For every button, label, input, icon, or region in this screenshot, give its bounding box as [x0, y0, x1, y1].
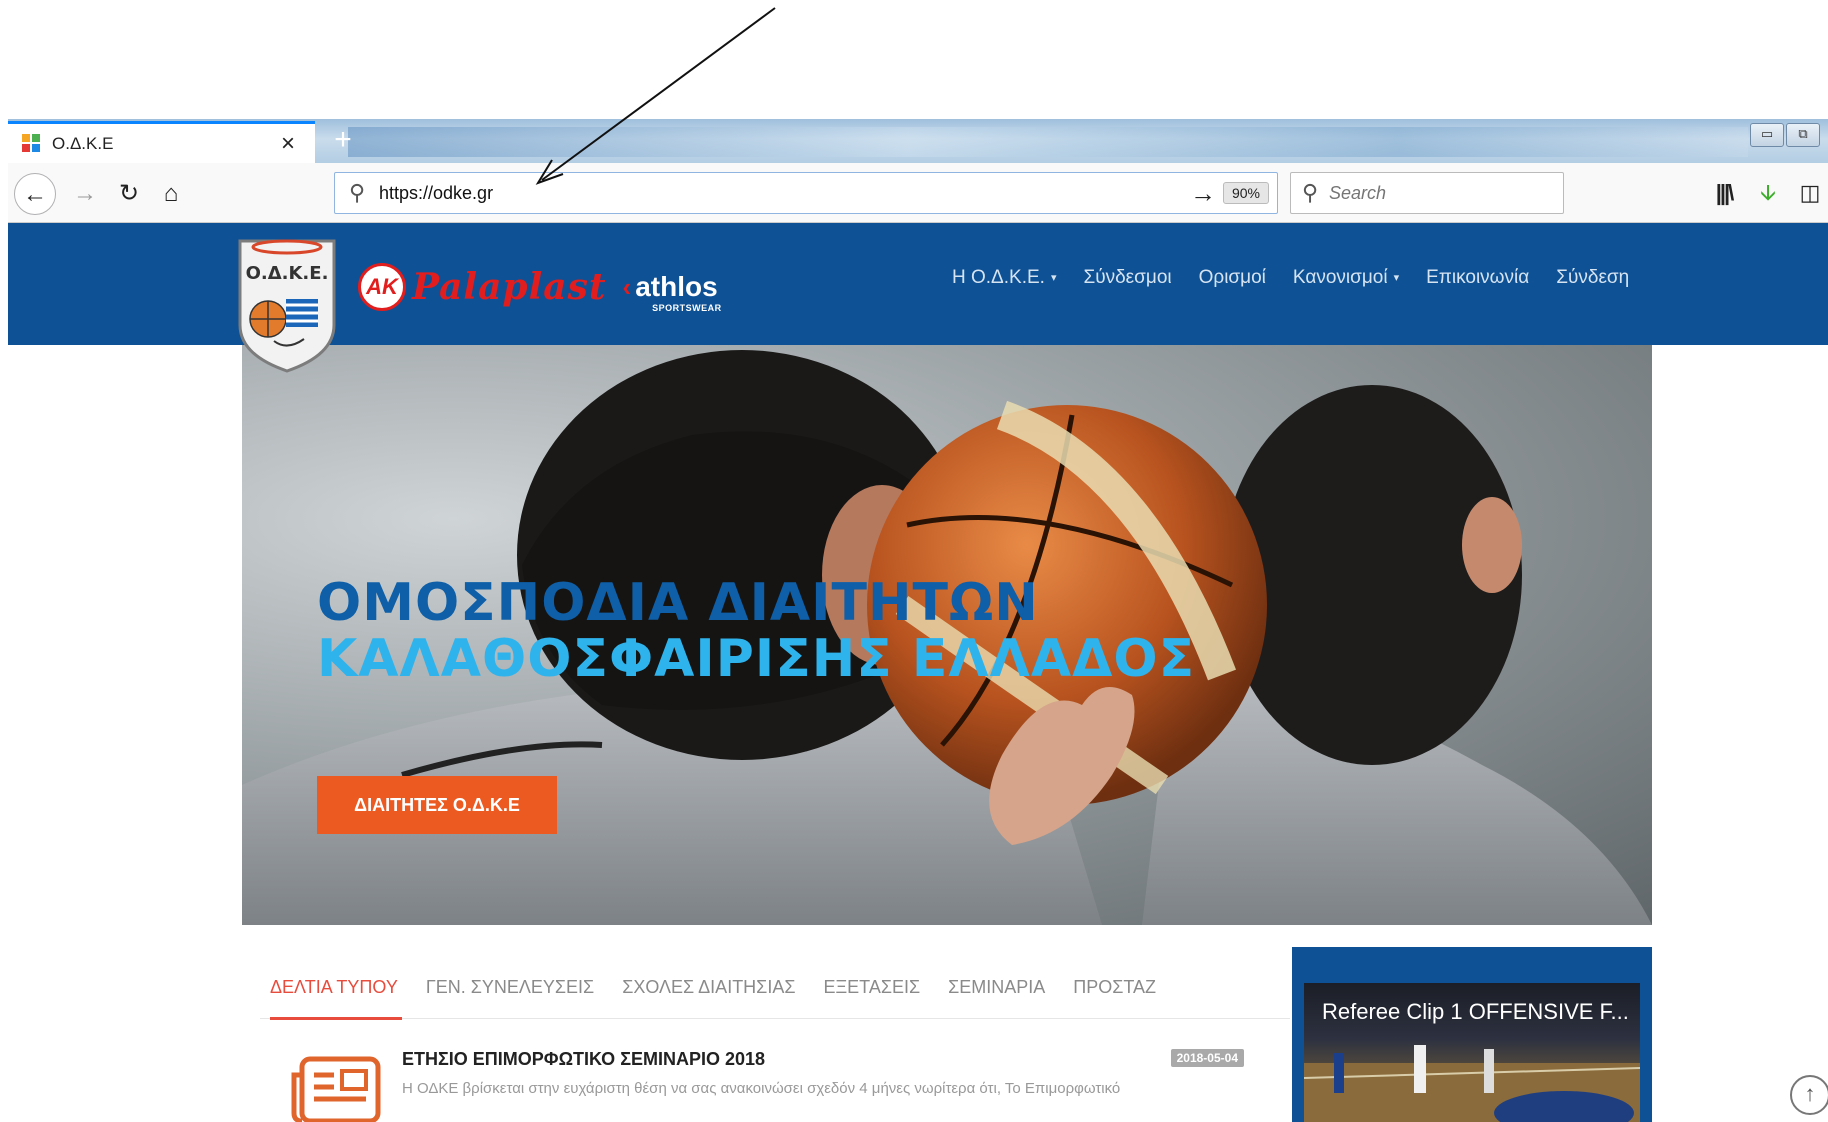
video-thumbnail[interactable]: Referee Clip 1 OFFENSIVE F...	[1304, 983, 1640, 1122]
reload-icon[interactable]: ↻	[108, 173, 150, 215]
site-favicon-icon	[22, 133, 42, 154]
palaplast-logo: Palaplast	[412, 266, 607, 308]
news-tabs: ΔΕΛΤΙΑ ΤΥΠΟΥ ΓΕΝ. ΣΥΝΕΛΕΥΣΕΙΣ ΣΧΟΛΕΣ ΔΙΑ…	[260, 963, 1290, 1020]
article-title[interactable]: ΕΤΗΣΙΟ ΕΠΙΜΟΡΦΩΤΙΚΟ ΣΕΜΙΝΑΡΙΟ 2018	[402, 1049, 765, 1070]
chevron-down-icon: ▾	[1393, 272, 1400, 285]
tab-title: Ο.Δ.Κ.Ε	[52, 133, 114, 153]
home-icon[interactable]: ⌂	[150, 173, 192, 215]
go-arrow-icon[interactable]: →	[1183, 178, 1223, 209]
browser-window: Ο.Δ.Κ.Ε × + ▭ ⧉ ← → ↻ ⌂ ⚲ → 90% ⚲ |||\ 🡫…	[8, 119, 1828, 1122]
hero-title-line2: ΚΑΛΑΘΟΣΦΑΙΡΙΣΗΣ ΕΛΛΑΔΟΣ	[317, 629, 1196, 689]
video-title: Referee Clip 1 OFFENSIVE F...	[1322, 999, 1629, 1024]
athlos-text: athlos	[635, 271, 718, 302]
browser-tab[interactable]: Ο.Δ.Κ.Ε ×	[8, 121, 315, 163]
scroll-to-top-button[interactable]: ↑	[1790, 1075, 1828, 1115]
newspaper-icon	[291, 1056, 381, 1122]
logo-text: Ο.Δ.Κ.Ε.	[246, 263, 329, 284]
hero-title: ΟΜΟΣΠΟΔΙΑ ΔΙΑΙΤΗΤΩΝ ΚΑΛΑΘΟΣΦΑΙΡΙΣΗΣ ΕΛΛΑ…	[317, 575, 1195, 687]
search-input[interactable]	[1329, 182, 1563, 204]
download-icon[interactable]: 🡫	[1752, 177, 1784, 209]
close-tab-icon[interactable]: ×	[275, 131, 301, 157]
tab-press-releases[interactable]: ΔΕΛΤΙΑ ΤΥΠΟΥ	[270, 963, 402, 1020]
article-excerpt: Η ΟΔΚΕ βρίσκεται στην ευχάριστη θέση να …	[402, 1080, 1121, 1097]
video-widget: Referee Clip 1 OFFENSIVE F...	[1292, 947, 1652, 1122]
nav-item-regulations[interactable]: Κανονισμοί ▾	[1293, 267, 1399, 289]
navigation-toolbar: ← → ↻ ⌂ ⚲ → 90% ⚲ |||\ 🡫 ◫	[8, 163, 1828, 223]
new-tab-button[interactable]: +	[326, 123, 360, 157]
url-bar[interactable]: ⚲ → 90%	[334, 172, 1278, 214]
hero-title-line1: ΟΜΟΣΠΟΔΙΑ ΔΙΑΙΤΗΤΩΝ	[317, 573, 1039, 633]
referees-cta-button[interactable]: ΔΙΑΙΤΗΤΕΣ Ο.Δ.Κ.Ε	[317, 776, 557, 834]
chevron-down-icon: ▾	[1050, 272, 1057, 285]
search-icon: ⚲	[348, 180, 366, 205]
zoom-level-badge[interactable]: 90%	[1222, 182, 1269, 204]
search-icon: ⚲	[1301, 180, 1319, 205]
search-bar[interactable]: ⚲	[1290, 172, 1564, 214]
tab-refereeing-schools[interactable]: ΣΧΟΛΕΣ ΔΙΑΙΤΗΣΙΑΣ	[622, 963, 795, 1019]
nav-item-label: Η Ο.Δ.Κ.Ε.	[952, 267, 1045, 288]
sponsor-logos: AK Palaplast ‹ athlos SPORTSWEAR	[358, 263, 722, 313]
tab-general-assemblies[interactable]: ΓΕΝ. ΣΥΝΕΛΕΥΣΕΙΣ	[426, 963, 594, 1019]
tab-prostaz[interactable]: ΠΡΟΣΤΑΖ	[1073, 963, 1156, 1019]
odke-logo[interactable]: Ο.Δ.Κ.Ε.	[234, 233, 340, 373]
nav-item-links[interactable]: Σύνδεσμοι	[1083, 267, 1171, 289]
nav-item-contact[interactable]: Επικοινωνία	[1426, 267, 1529, 289]
tab-seminars[interactable]: ΣΕΜΙΝΑΡΙΑ	[948, 963, 1045, 1019]
page-viewport: Ο.Δ.Κ.Ε. AK Palaplast ‹ athlos SPORTSWEAR…	[8, 223, 1828, 1122]
site-header: Ο.Δ.Κ.Ε. AK Palaplast ‹ athlos SPORTSWEAR…	[8, 223, 1828, 373]
tab-exams[interactable]: ΕΞΕΤΑΣΕΙΣ	[823, 963, 920, 1019]
url-input[interactable]	[379, 182, 1183, 204]
tab-bar: Ο.Δ.Κ.Ε × + ▭ ⧉	[8, 119, 1828, 163]
ak-logo: AK	[358, 263, 406, 311]
back-arrow-icon[interactable]: ←	[14, 173, 56, 215]
athlos-logo: ‹ athlos SPORTSWEAR	[622, 271, 722, 313]
athlos-mark-icon: ‹	[622, 272, 632, 302]
nav-item-label: Κανονισμοί	[1292, 267, 1388, 288]
date-badge: 2018-05-04	[1170, 1049, 1244, 1067]
minimize-button[interactable]: ▭	[1750, 123, 1784, 147]
forward-arrow-icon[interactable]: →	[64, 173, 106, 215]
nav-item-login[interactable]: Σύνδεση	[1556, 267, 1629, 289]
nav-item-odke[interactable]: Η Ο.Δ.Κ.Ε. ▾	[952, 267, 1056, 289]
window-controls: ▭ ⧉	[1750, 123, 1820, 147]
library-icon[interactable]: |||\	[1708, 177, 1740, 209]
hero-banner: ΟΜΟΣΠΟΔΙΑ ΔΙΑΙΤΗΤΩΝ ΚΑΛΑΘΟΣΦΑΙΡΙΣΗΣ ΕΛΛΑ…	[242, 345, 1652, 925]
restore-button[interactable]: ⧉	[1786, 123, 1820, 147]
nav-item-definitions[interactable]: Ορισμοί	[1199, 267, 1266, 289]
site-navigation: Η Ο.Δ.Κ.Ε. ▾ Σύνδεσμοι Ορισμοί Κανονισμοί…	[952, 267, 1629, 289]
list-item[interactable]: ΕΤΗΣΙΟ ΕΠΙΜΟΡΦΩΤΙΚΟ ΣΕΜΙΝΑΡΙΟ 2018 2018-…	[280, 1041, 1244, 1122]
athlos-subtitle: SPORTSWEAR	[652, 303, 722, 313]
sidebar-toggle-icon[interactable]: ◫	[1794, 177, 1826, 209]
